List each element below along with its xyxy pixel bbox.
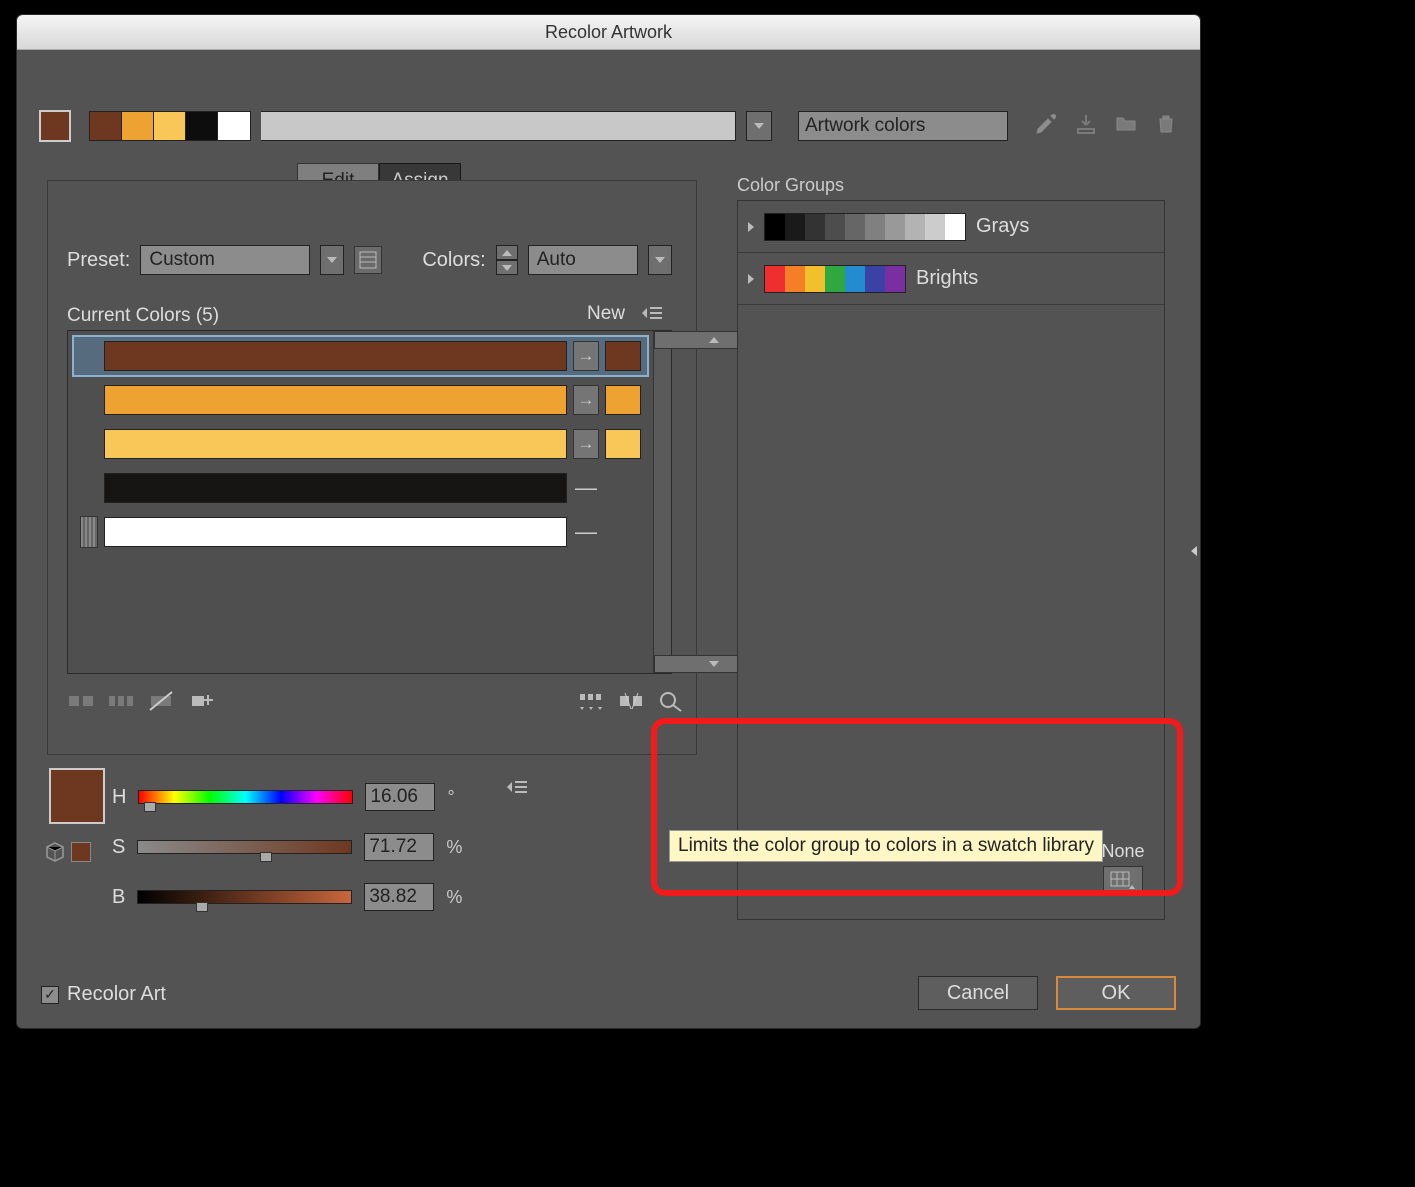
row-spectrum-handle[interactable] — [80, 516, 98, 548]
colors-dropdown-button[interactable] — [648, 245, 672, 275]
color-mapping-list: → → → — — — [67, 330, 672, 674]
color-mapping-row[interactable]: — — [72, 467, 649, 509]
sat-unit: % — [446, 837, 464, 858]
map-arrow-icon[interactable]: → — [573, 385, 599, 415]
color-group-row[interactable]: Brights — [738, 253, 1164, 305]
preset-label: Preset: — [67, 249, 130, 272]
artwork-color-strip[interactable] — [89, 111, 251, 141]
new-colors-header: New — [587, 303, 625, 325]
color-mapping-row[interactable]: → — [72, 379, 649, 421]
preset-select[interactable]: Custom — [140, 245, 310, 275]
current-color-bar[interactable] — [104, 429, 567, 459]
save-group-icon[interactable] — [1074, 112, 1098, 141]
color-group-row[interactable]: Grays — [738, 201, 1164, 253]
color-groups-label: Color Groups — [737, 175, 844, 196]
hue-slider[interactable] — [138, 790, 353, 804]
eyedropper-icon[interactable] — [1034, 112, 1058, 141]
color-mapping-row[interactable]: → — [72, 335, 649, 377]
color-groups-panel: Grays Brights None — [737, 200, 1165, 920]
new-color-swatch[interactable] — [605, 341, 641, 371]
recolor-art-checkbox[interactable]: ✓ — [41, 986, 59, 1004]
flyout-menu-icon[interactable] — [642, 305, 662, 326]
bri-thumb-icon[interactable] — [196, 902, 208, 912]
current-color-bar[interactable] — [104, 341, 567, 371]
hue-label: H — [112, 786, 126, 809]
limit-none-label: None — [1101, 841, 1144, 862]
folder-icon[interactable] — [1114, 112, 1138, 141]
colors-count-select[interactable]: Auto — [528, 245, 638, 275]
no-map-icon[interactable]: — — [573, 473, 599, 503]
color-group-swatches — [764, 213, 966, 241]
hue-thumb-icon[interactable] — [144, 802, 156, 812]
color-mode-flyout-icon[interactable] — [507, 779, 527, 800]
recolor-art-label: Recolor Art — [67, 983, 166, 1006]
sat-slider[interactable] — [137, 840, 352, 854]
find-in-wheel-icon[interactable] — [657, 688, 685, 714]
split-row-icon[interactable] — [107, 688, 135, 714]
tooltip: Limits the color group to colors in a sw… — [669, 830, 1103, 862]
limit-swatch-library-button[interactable] — [1103, 866, 1143, 896]
new-row-icon[interactable] — [187, 688, 215, 714]
new-color-swatch[interactable] — [605, 385, 641, 415]
map-arrow-icon[interactable]: → — [573, 429, 599, 459]
color-group-name: Brights — [916, 267, 978, 290]
cancel-button[interactable]: Cancel — [918, 976, 1038, 1010]
bri-field[interactable]: 38.82 — [364, 883, 434, 911]
no-map-icon[interactable]: — — [573, 517, 599, 547]
randomize-order-icon[interactable] — [577, 688, 605, 714]
randomize-sat-icon[interactable] — [617, 688, 645, 714]
color-group-name-field[interactable]: Artwork colors — [798, 111, 1008, 141]
trash-icon[interactable] — [1154, 112, 1178, 141]
expand-panel-icon[interactable] — [1186, 539, 1202, 563]
merge-row-icon[interactable] — [67, 688, 95, 714]
color-group-swatches — [764, 265, 906, 293]
current-colors-header: Current Colors (5) — [67, 305, 219, 327]
hue-field[interactable]: 16.06 — [365, 783, 435, 811]
ok-button[interactable]: OK — [1056, 976, 1176, 1010]
spinner-down-icon[interactable] — [496, 260, 518, 275]
titlebar[interactable]: Recolor Artwork — [17, 15, 1200, 50]
preset-options-icon[interactable] — [354, 246, 382, 274]
current-color-bar[interactable] — [104, 385, 567, 415]
color-strip-dropdown[interactable] — [746, 111, 772, 141]
window-title: Recolor Artwork — [545, 22, 672, 43]
selected-color-swatch[interactable] — [49, 768, 105, 824]
bri-unit: % — [446, 887, 464, 908]
hue-unit: ° — [447, 787, 465, 808]
new-color-swatch[interactable] — [605, 429, 641, 459]
web-safe-icon[interactable] — [45, 842, 65, 862]
artwork-strip-track — [261, 111, 736, 141]
sat-field[interactable]: 71.72 — [364, 833, 434, 861]
recolor-artwork-dialog: Recolor Artwork Artwork colors Edit Assi… — [16, 14, 1201, 1029]
bri-label: B — [112, 886, 125, 909]
disclosure-icon[interactable] — [748, 222, 754, 232]
list-scrollbar[interactable] — [653, 331, 671, 673]
color-group-name: Grays — [976, 215, 1029, 238]
sat-label: S — [112, 836, 125, 859]
map-arrow-icon[interactable]: → — [573, 341, 599, 371]
preset-dropdown-button[interactable] — [320, 245, 344, 275]
color-mapping-row[interactable]: — — [72, 511, 649, 553]
color-mapping-row[interactable]: → — [72, 423, 649, 465]
disclosure-icon[interactable] — [748, 274, 754, 284]
colors-count-spinner[interactable] — [496, 245, 518, 275]
out-of-gamut-swatch[interactable] — [71, 842, 91, 862]
colors-label: Colors: — [422, 249, 485, 272]
current-color-bar[interactable] — [104, 517, 567, 547]
spinner-up-icon[interactable] — [496, 245, 518, 260]
active-color-swatch[interactable] — [39, 110, 71, 142]
current-color-bar[interactable] — [104, 473, 567, 503]
sat-thumb-icon[interactable] — [260, 852, 272, 862]
exclude-row-icon[interactable] — [147, 688, 175, 714]
bri-slider[interactable] — [137, 890, 352, 904]
